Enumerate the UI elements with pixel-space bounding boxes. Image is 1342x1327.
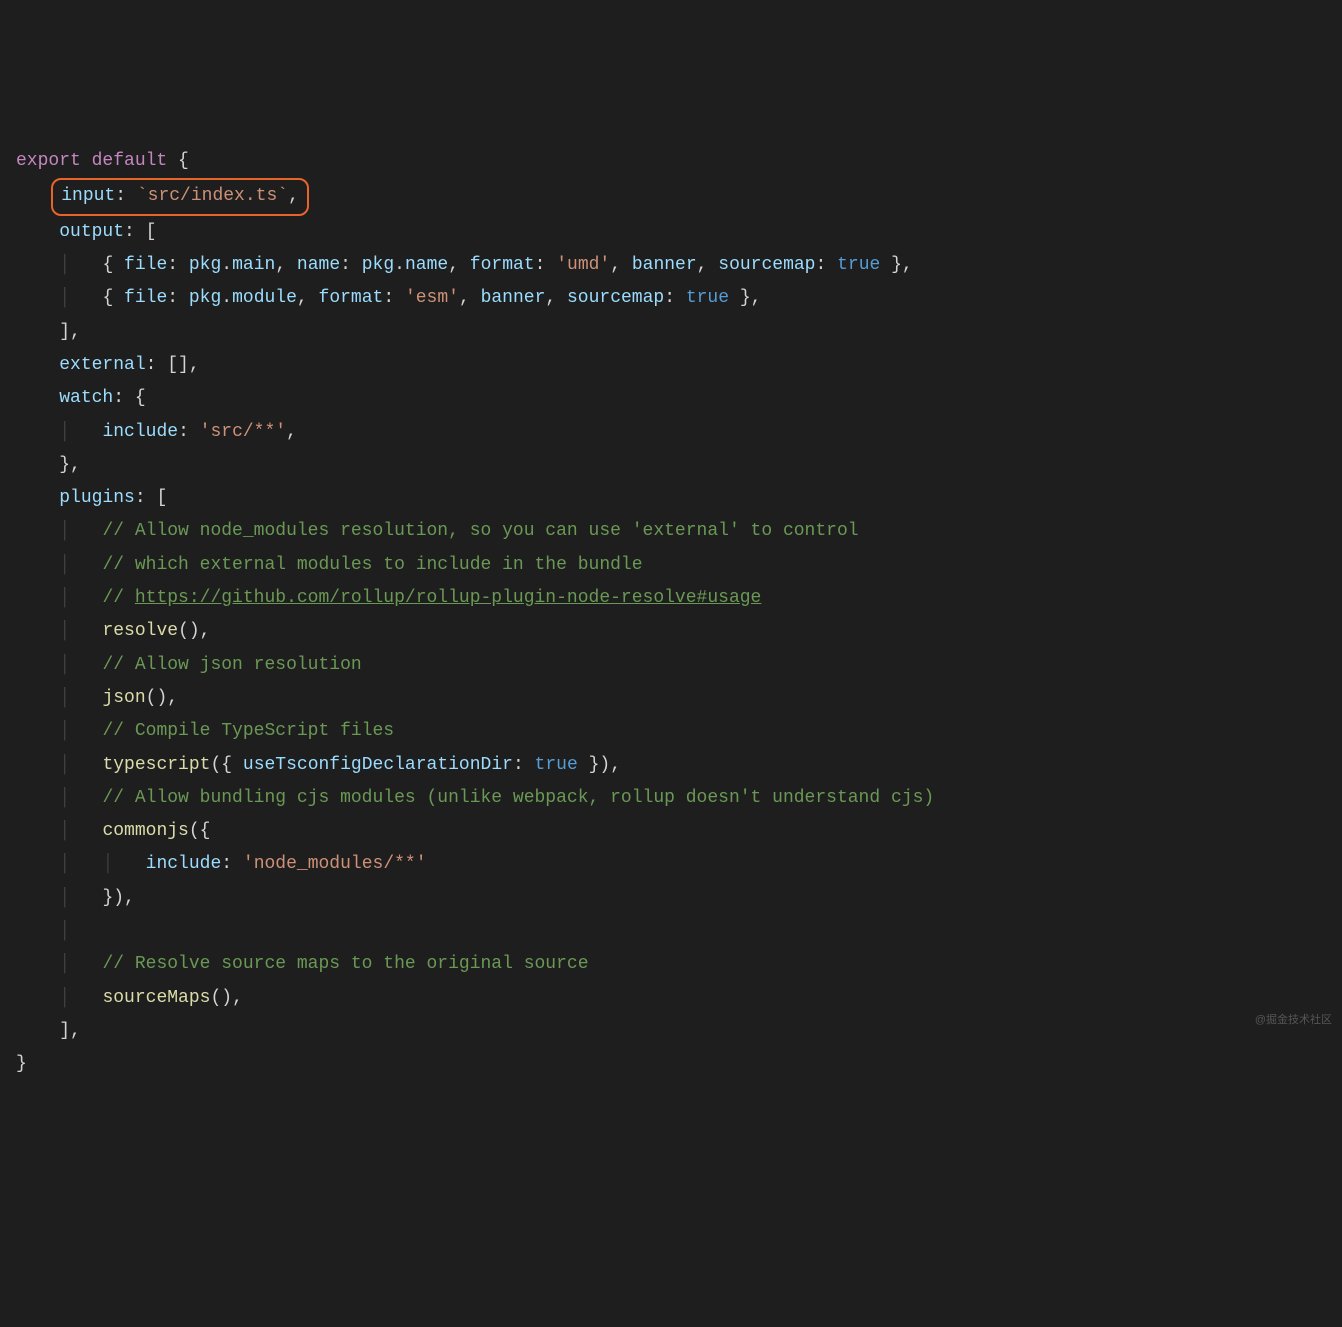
keyword-export: export [16,151,81,171]
prop-output: output [59,222,124,242]
fn-resolve: resolve [102,621,178,641]
comment-link[interactable]: https://github.com/rollup/rollup-plugin-… [135,588,762,608]
highlighted-input-property: input: `src/index.ts`, [51,178,309,215]
comment: // Allow json resolution [102,655,361,675]
comment: // Compile TypeScript files [102,721,394,741]
prop-input: input [61,186,115,206]
brace-open: { [167,151,189,171]
comment: // which external modules to include in … [102,555,642,575]
comment: // Allow node_modules resolution, so you… [102,521,858,541]
comment: // https://github.com/rollup/rollup-plug… [102,588,761,608]
watermark: @掘金技术社区 [1255,1010,1332,1030]
fn-typescript: typescript [102,755,210,775]
fn-sourcemaps: sourceMaps [102,988,210,1008]
prop-watch: watch [59,388,113,408]
prop-external: external [59,355,145,375]
code-block[interactable]: export default { input: `src/index.ts`, … [16,145,1326,1081]
prop-plugins: plugins [59,488,135,508]
comment: // Resolve source maps to the original s… [102,954,588,974]
input-value: `src/index.ts` [137,186,288,206]
comment: // Allow bundling cjs modules (unlike we… [102,788,934,808]
fn-json: json [102,688,145,708]
fn-commonjs: commonjs [102,821,188,841]
keyword-default: default [92,151,168,171]
